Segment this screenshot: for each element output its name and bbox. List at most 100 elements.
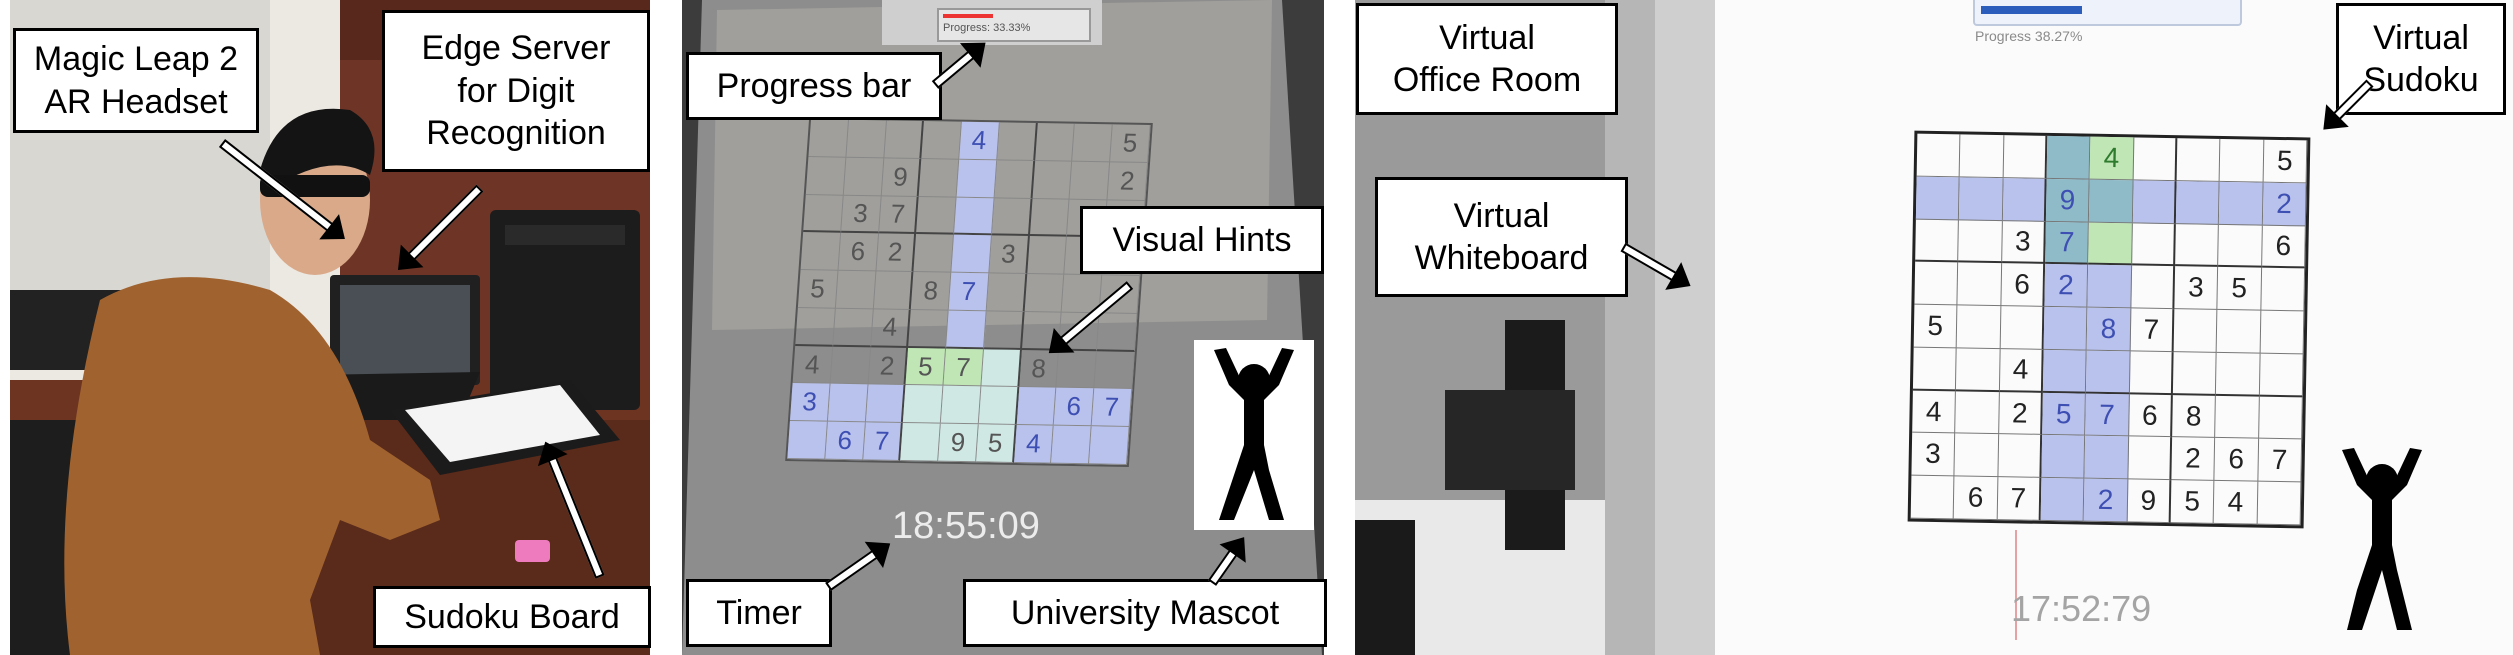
sudoku-cell [2261, 267, 2306, 312]
sudoku-cell: 7 [878, 195, 919, 235]
sudoku-cell: 2 [2083, 478, 2129, 523]
sudoku-cell: 9 [2045, 178, 2090, 223]
sudoku-cell [2218, 224, 2263, 268]
sudoku-cell [981, 348, 1022, 388]
sudoku-cell: 2 [2044, 264, 2089, 308]
sudoku-cell [1912, 347, 1957, 391]
sudoku-cell [986, 273, 1027, 312]
sudoku-cell: 7 [948, 272, 990, 312]
sudoku-cell: 9 [881, 158, 922, 197]
ar-progress-text: Progress: 33.33% [943, 22, 1031, 34]
sudoku-cell: 3 [2001, 220, 2046, 265]
sudoku-cell [951, 235, 992, 274]
sudoku-cell: 2 [1998, 391, 2043, 436]
sudoku-cell: 5 [975, 424, 1017, 463]
sudoku-cell [1915, 176, 1960, 220]
sudoku-cell: 7 [2085, 393, 2130, 437]
sudoku-cell: 3 [2174, 266, 2219, 311]
sudoku-cell [946, 310, 987, 349]
sudoku-cell: 5 [2217, 267, 2262, 311]
sudoku-cell [2131, 265, 2176, 310]
sudoku-cell [2257, 481, 2302, 526]
sudoku-cell [1016, 387, 1057, 426]
sudoku-cell: 2 [2262, 182, 2307, 226]
sudoku-cell: 6 [2001, 263, 2046, 307]
label-virtual-office-room: Virtual Office Room [1356, 3, 1618, 115]
sudoku-cell [1029, 198, 1070, 237]
sudoku-cell: 4 [870, 309, 912, 348]
sudoku-cell [1097, 313, 1138, 352]
sudoku-cell [1955, 390, 2000, 435]
sudoku-cell [2216, 310, 2262, 354]
sudoku-cell: 8 [2172, 394, 2217, 439]
sudoku-cell: 4 [1013, 425, 1055, 464]
sudoku-cell [994, 160, 1035, 199]
ar-progress-box: Progress: 33.33% [937, 8, 1091, 42]
sudoku-cell [846, 119, 887, 159]
sudoku-cell: 7 [1997, 477, 2042, 521]
sudoku-cell [2258, 396, 2303, 440]
sudoku-cell [2219, 138, 2264, 183]
sudoku-cell [843, 157, 884, 196]
ar-progress-fill [943, 14, 993, 18]
sudoku-cell [2041, 435, 2086, 479]
sudoku-cell [2215, 395, 2260, 440]
sudoku-cell [1051, 425, 1092, 465]
sudoku-cell: 7 [2258, 439, 2303, 483]
sudoku-cell [1957, 262, 2002, 307]
vr-progress-text: Progress 38.27% [1975, 28, 2083, 44]
sudoku-cell: 2 [1107, 162, 1149, 201]
label-magic-leap-headset: Magic Leap 2 AR Headset [13, 28, 259, 133]
sudoku-cell: 7 [1091, 388, 1133, 428]
sudoku-cell: 5 [905, 347, 947, 387]
sudoku-cell [2087, 264, 2132, 309]
sudoku-cell [1998, 434, 2043, 479]
sudoku-cell: 7 [2130, 308, 2175, 353]
sudoku-cell [1089, 426, 1130, 465]
sudoku-cell [908, 309, 949, 349]
sudoku-cell [2040, 478, 2085, 522]
sudoku-cell [1959, 134, 2005, 178]
sudoku-cell [873, 271, 914, 310]
sudoku-cell [2128, 436, 2173, 481]
vr-sudoku-grid: 4592376623558744257683267672954 [1907, 130, 2311, 529]
vr-mascot-figure [2342, 448, 2422, 630]
sudoku-cell [1026, 236, 1068, 275]
sudoku-cell: 7 [862, 422, 904, 461]
sudoku-cell [1958, 219, 2003, 264]
sudoku-cell: 5 [2263, 139, 2308, 184]
sudoku-cell [2086, 350, 2131, 395]
sudoku-cell [997, 122, 1038, 161]
sudoku-cell: 6 [825, 421, 866, 461]
sudoku-cell [2132, 180, 2177, 224]
sudoku-cell [954, 197, 995, 236]
sudoku-cell [903, 385, 944, 424]
vr-progress-fill [1981, 6, 2083, 14]
label-edge-server: Edge Server for Digit Recognition [382, 10, 650, 172]
sudoku-cell [1032, 160, 1073, 200]
sudoku-cell [921, 121, 963, 160]
sudoku-cell [832, 308, 874, 347]
label-progress-bar: Progress bar [686, 52, 942, 120]
sudoku-cell [1915, 219, 1960, 263]
label-sudoku-board: Sudoku Board [373, 586, 651, 648]
sudoku-cell [2216, 352, 2261, 397]
sudoku-cell: 3 [1911, 433, 1956, 477]
sudoku-cell [1072, 123, 1113, 163]
label-visual-hints: Visual Hints [1080, 206, 1324, 274]
sudoku-cell [2131, 222, 2176, 267]
sudoku-cell [883, 120, 925, 159]
vr-timer-text: 17:52:79 [2011, 588, 2152, 629]
sudoku-cell [803, 194, 844, 234]
sudoku-cell [2043, 306, 2088, 351]
sudoku-cell [2260, 310, 2305, 355]
sudoku-cell [1094, 350, 1135, 390]
sudoku-cell: 3 [840, 195, 882, 234]
ar-mascot-figure [1194, 340, 1314, 530]
sudoku-cell [900, 423, 941, 462]
vr-progress-box [1973, 0, 2242, 26]
sudoku-cell: 8 [911, 272, 952, 311]
sudoku-cell [1024, 274, 1065, 313]
sudoku-cell [978, 386, 1019, 426]
sudoku-cell: 6 [2214, 438, 2259, 482]
